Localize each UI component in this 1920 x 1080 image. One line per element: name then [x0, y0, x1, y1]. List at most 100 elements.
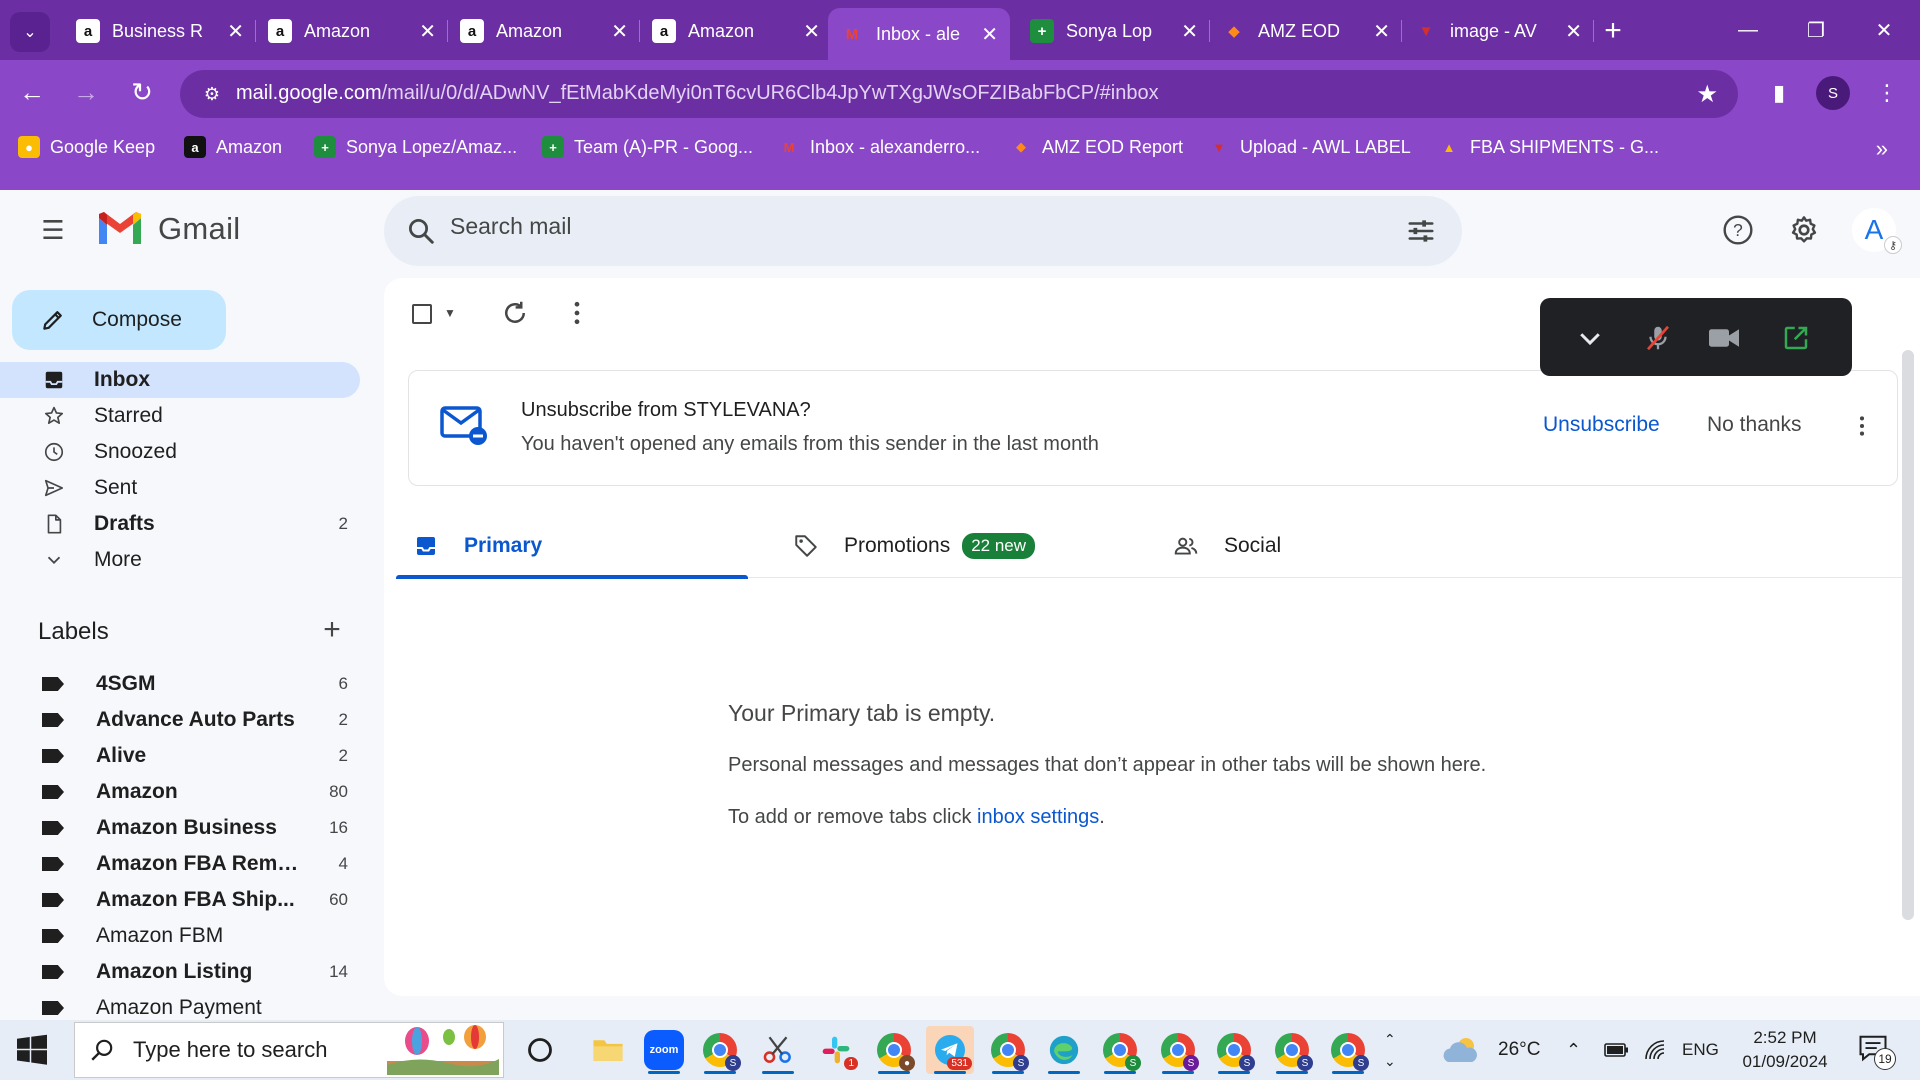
browser-tab[interactable]: a Amazon ✕	[256, 8, 448, 54]
browser-tab-active[interactable]: M Inbox - ale ✕	[828, 8, 1010, 60]
zoom-icon[interactable]: zoom	[640, 1026, 688, 1074]
telegram-icon[interactable]: 531	[926, 1026, 974, 1074]
notification-center-icon[interactable]: 19	[1858, 1034, 1896, 1070]
add-label-icon[interactable]: +	[320, 613, 344, 646]
gmail-logo[interactable]: Gmail	[96, 210, 240, 248]
chrome-icon[interactable]: S	[1154, 1026, 1202, 1074]
search-options-icon[interactable]	[1406, 216, 1436, 246]
nav-item-inbox[interactable]: Inbox	[0, 362, 360, 398]
nav-item-more[interactable]: More	[0, 542, 360, 578]
label-item[interactable]: Amazon 80	[0, 774, 360, 810]
search-icon[interactable]	[406, 216, 436, 246]
tray-overflow-icon[interactable]: ⌃	[1566, 1020, 1581, 1080]
video-camera-icon[interactable]	[1706, 320, 1742, 356]
new-tab-button[interactable]: +	[1598, 12, 1628, 50]
wifi-icon[interactable]	[1644, 1020, 1668, 1080]
minimize-button[interactable]: —	[1726, 12, 1770, 48]
browser-tab[interactable]: ◆ AMZ EOD ✕	[1210, 8, 1402, 54]
chrome-icon[interactable]: S	[1268, 1026, 1316, 1074]
browser-tab[interactable]: ▼ image - AV ✕	[1402, 8, 1594, 54]
bookmarks-overflow-icon[interactable]: »	[1876, 136, 1888, 162]
unsubscribe-button[interactable]: Unsubscribe	[1543, 413, 1660, 437]
help-icon[interactable]: ?	[1720, 212, 1756, 248]
label-item[interactable]: Alive 2	[0, 738, 360, 774]
label-item[interactable]: 4SGM 6	[0, 666, 360, 702]
collapse-chevron-icon[interactable]	[1572, 320, 1608, 356]
browser-menu-icon[interactable]: ⋮	[1870, 76, 1904, 110]
bookmark-item[interactable]: ● Google Keep	[18, 136, 155, 158]
side-panel-icon[interactable]: ▮	[1762, 76, 1796, 110]
bookmark-item[interactable]: ◆ AMZ EOD Report	[1010, 136, 1183, 158]
chrome-icon[interactable]: S	[696, 1026, 744, 1074]
cortana-icon[interactable]	[516, 1026, 564, 1074]
more-vert-icon[interactable]	[1849, 411, 1875, 441]
file-explorer-icon[interactable]	[584, 1026, 632, 1074]
compose-button[interactable]: Compose	[12, 290, 226, 350]
nav-item-snoozed[interactable]: Snoozed	[0, 434, 360, 470]
page-scrollbar[interactable]	[1902, 350, 1914, 920]
close-icon[interactable]: ✕	[419, 19, 436, 44]
profile-button[interactable]: S	[1816, 76, 1850, 110]
label-item[interactable]: Amazon FBA Ship... 60	[0, 882, 360, 918]
close-icon[interactable]: ✕	[611, 19, 628, 44]
select-dropdown-icon[interactable]: ▼	[444, 306, 456, 320]
account-avatar[interactable]: A ⚷	[1852, 208, 1902, 254]
browser-tab[interactable]: a Business R ✕	[64, 8, 256, 54]
chrome-icon[interactable]: ●	[870, 1026, 918, 1074]
tab-search-button[interactable]: ⌄	[10, 12, 50, 52]
chevron-up-icon[interactable]: ⌃	[1384, 1028, 1396, 1050]
nav-item-drafts[interactable]: Drafts 2	[0, 506, 360, 542]
label-item[interactable]: Amazon FBM	[0, 918, 360, 954]
clock[interactable]: 2:52 PM 01/09/2024	[1730, 1026, 1840, 1074]
browser-tab[interactable]: a Amazon ✕	[448, 8, 640, 54]
bookmark-item[interactable]: + Sonya Lopez/Amaz...	[314, 136, 517, 158]
browser-tab[interactable]: a Amazon ✕	[640, 8, 832, 54]
address-bar[interactable]: ⚙ mail.google.com/mail/u/0/d/ADwNV_fEtMa…	[180, 70, 1738, 118]
close-icon[interactable]: ✕	[981, 22, 998, 47]
bookmark-item[interactable]: ▼ Upload - AWL LABEL	[1208, 136, 1411, 158]
close-icon[interactable]: ✕	[227, 19, 244, 44]
reload-button[interactable]: ↻	[124, 74, 160, 110]
chrome-icon[interactable]: S	[1096, 1026, 1144, 1074]
site-settings-icon[interactable]: ⚙	[200, 82, 224, 106]
bookmark-item[interactable]: ▲ FBA SHIPMENTS - G...	[1438, 136, 1659, 158]
tab-primary[interactable]: Primary	[396, 514, 748, 579]
forward-button[interactable]: →	[68, 74, 104, 110]
label-item[interactable]: Amazon FBA Remo... 4	[0, 846, 360, 882]
back-button[interactable]: ←	[14, 74, 50, 110]
chrome-icon[interactable]: S	[1324, 1026, 1372, 1074]
taskbar-search[interactable]: Type here to search	[74, 1022, 504, 1078]
close-icon[interactable]: ✕	[1565, 19, 1582, 44]
close-icon[interactable]: ✕	[803, 19, 820, 44]
weather-widget[interactable]: 26°C	[1440, 1020, 1540, 1080]
label-item[interactable]: Amazon Listing 14	[0, 954, 360, 990]
restore-button[interactable]: ❐	[1794, 12, 1838, 48]
edge-icon[interactable]	[1040, 1026, 1088, 1074]
select-all-checkbox[interactable]	[412, 304, 432, 324]
label-item[interactable]: Amazon Business 16	[0, 810, 360, 846]
language-indicator[interactable]: ENG	[1682, 1020, 1719, 1080]
open-external-icon[interactable]	[1778, 320, 1814, 356]
settings-gear-icon[interactable]	[1786, 212, 1822, 248]
windows-start-icon[interactable]	[14, 1032, 50, 1068]
chrome-icon[interactable]: S	[984, 1026, 1032, 1074]
close-window-button[interactable]: ✕	[1862, 12, 1906, 48]
nav-item-sent[interactable]: Sent	[0, 470, 360, 506]
tab-social[interactable]: Social	[1156, 514, 1508, 578]
browser-tab[interactable]: + Sonya Lop ✕	[1018, 8, 1210, 54]
url-text[interactable]: mail.google.com/mail/u/0/d/ADwNV_fEtMabK…	[236, 82, 1159, 105]
no-thanks-button[interactable]: No thanks	[1707, 413, 1802, 437]
search-bar[interactable]	[384, 196, 1462, 266]
bookmark-item[interactable]: + Team (A)-PR - Goog...	[542, 136, 753, 158]
search-input[interactable]	[450, 213, 1350, 240]
taskbar-scroll-arrows[interactable]: ⌃ ⌄	[1384, 1020, 1396, 1080]
mic-off-icon[interactable]	[1640, 320, 1676, 356]
nav-item-starred[interactable]: Starred	[0, 398, 360, 434]
inbox-settings-link[interactable]: inbox settings	[977, 806, 1099, 828]
chevron-down-icon[interactable]: ⌄	[1384, 1050, 1396, 1072]
refresh-icon[interactable]	[500, 298, 530, 328]
more-vert-icon[interactable]	[562, 298, 592, 328]
bookmark-star-icon[interactable]: ★	[1696, 80, 1718, 109]
label-item[interactable]: Advance Auto Parts 2	[0, 702, 360, 738]
tab-promotions[interactable]: Promotions 22 new	[776, 514, 1128, 578]
